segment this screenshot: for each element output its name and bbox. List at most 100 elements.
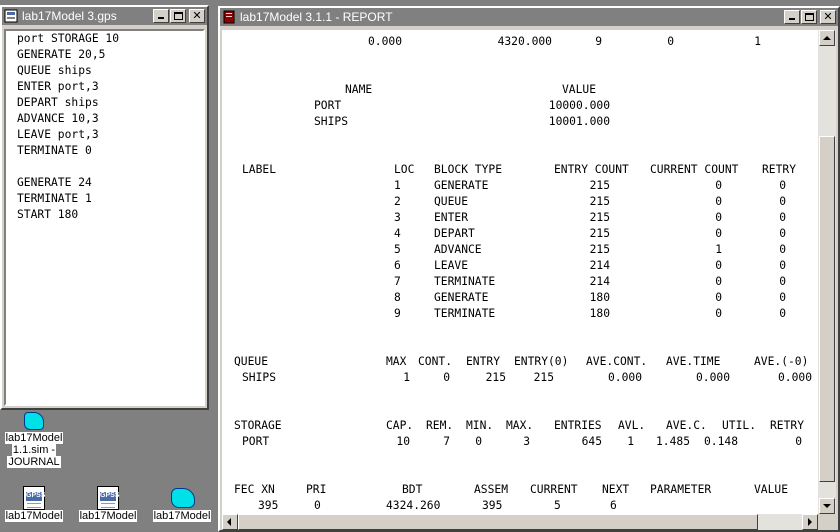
value-port: 10000.000 [548,99,610,112]
fec-next: 6 [610,499,617,512]
maximize-icon [805,13,814,21]
block-entry: 215 [589,227,610,240]
queue-avecont: 0.000 [607,371,642,384]
scroll-right-button[interactable] [802,514,818,530]
icon-label: lab17Model [4,510,64,522]
block-retry: 0 [779,211,786,224]
scroll-thumb-horizontal[interactable] [238,514,758,530]
storage-header-rem: REM. [426,419,454,432]
block-loc: 9 [394,307,401,320]
names-header-name: NAME [345,83,373,96]
storage-retry: 0 [795,435,802,448]
block-type: GENERATE [434,179,489,192]
icon-label: JOURNAL [7,456,61,468]
storage-max: 3 [523,435,530,448]
block-retry: 0 [779,275,786,288]
desktop-icon-model[interactable]: lab17Model [148,486,216,522]
close-button[interactable]: ✕ [820,10,836,24]
block-retry: 0 [779,243,786,256]
block-loc: 5 [394,243,401,256]
fec-assem: 395 [482,499,503,512]
scroll-down-button[interactable] [819,498,835,514]
block-type: GENERATE [434,291,489,304]
arrow-down-icon [823,504,831,512]
block-current: 0 [715,259,722,272]
table-row: 2 QUEUE 215 0 0 [222,194,818,210]
table-row: 7 TERMINATE 214 0 0 [222,274,818,290]
block-loc: 4 [394,227,401,240]
scroll-thumb[interactable] [819,136,835,482]
block-entry: 180 [589,291,610,304]
queue-header-entry0: ENTRY(0) [514,355,569,368]
blocks-header-loc: LOC [394,163,415,176]
table-row: 5 ADVANCE 215 1 0 [222,242,818,258]
queue-entry0: 215 [533,371,554,384]
fec-header-current: CURRENT [530,483,578,496]
name-port: PORT [314,99,342,112]
gps-code: port STORAGE 10 GENERATE 20,5 QUEUE ship… [17,31,119,223]
maximize-button[interactable] [170,9,186,23]
block-entry: 215 [589,179,610,192]
table-row: 8 GENERATE 180 0 0 [222,290,818,306]
report-window-titlebar[interactable]: lab17Model 3.1.1 - REPORT ✕ [220,8,838,26]
name-ships: SHIPS [314,115,349,128]
block-type: TERMINATE [434,275,496,288]
horizontal-scrollbar[interactable] [222,514,818,530]
block-loc: 8 [394,291,401,304]
gps-window-titlebar[interactable]: lab17Model 3.gps ✕ [2,7,207,25]
maximize-button[interactable] [801,10,817,24]
code-line: GENERATE 20,5 [17,48,106,61]
report-view[interactable]: 0.000 4320.000 9 0 1 NAME VALUE PORT 100… [222,30,818,514]
block-current: 1 [715,243,722,256]
desktop-icon-journal[interactable]: lab17Model 1.1.sim - JOURNAL [2,412,66,468]
code-line: ADVANCE 10,3 [17,112,99,125]
fec-header-value: VALUE [754,483,789,496]
storage-header-cap: CAP. [386,419,414,432]
maximize-icon [174,12,183,20]
minimize-button[interactable] [784,10,800,24]
block-type: LEAVE [434,259,469,272]
code-line: ENTER port,3 [17,80,99,93]
report-cell: 1 [754,35,761,48]
fec-xn: 395 [258,499,279,512]
queue-header-name: QUEUE [234,355,269,368]
block-current: 0 [715,211,722,224]
minimize-button[interactable] [153,9,169,23]
gps-editor[interactable]: port STORAGE 10 GENERATE 20,5 QUEUE ship… [4,29,205,406]
blocks-header-label: LABEL [242,163,277,176]
scroll-left-button[interactable] [222,514,238,530]
gpss-blob-icon [21,412,47,432]
vertical-scrollbar[interactable] [818,30,836,514]
storage-entries: 645 [581,435,602,448]
size-grip[interactable] [818,514,836,530]
close-icon: ✕ [823,10,833,23]
storage-header-name: STORAGE [234,419,282,432]
storage-header-min: MIN. [466,419,494,432]
storage-rem: 7 [443,435,450,448]
block-current: 0 [715,291,722,304]
gps-window[interactable]: lab17Model 3.gps ✕ port STORAGE 10 GENER… [0,5,209,410]
block-retry: 0 [779,307,786,320]
block-entry: 215 [589,211,610,224]
blocks-header-current: CURRENT COUNT [650,163,739,176]
code-line: DEPART ships [17,96,99,109]
close-button[interactable]: ✕ [189,9,205,23]
queue-header-max: MAX [386,355,407,368]
desktop-icon-gpss-2[interactable]: GPSS lab17Model [74,486,142,522]
queue-entry: 215 [485,371,506,384]
storage-avl: 1 [627,435,634,448]
names-header-value: VALUE [562,83,597,96]
desktop-icon-gpss-1[interactable]: GPSS lab17Model [2,486,66,522]
block-type: ADVANCE [434,243,482,256]
queue-header-entry: ENTRY [466,355,501,368]
blocks-header-retry: RETRY [762,163,797,176]
report-window[interactable]: lab17Model 3.1.1 - REPORT ✕ 0.000 4320.0… [218,6,840,532]
queue-cont: 0 [443,371,450,384]
scroll-up-button[interactable] [819,30,835,46]
minimize-icon [158,17,164,19]
code-line: TERMINATE 0 [17,144,92,157]
arrow-left-icon [223,518,231,526]
storage-header-avec: AVE.C. [666,419,707,432]
code-line: QUEUE ships [17,64,92,77]
